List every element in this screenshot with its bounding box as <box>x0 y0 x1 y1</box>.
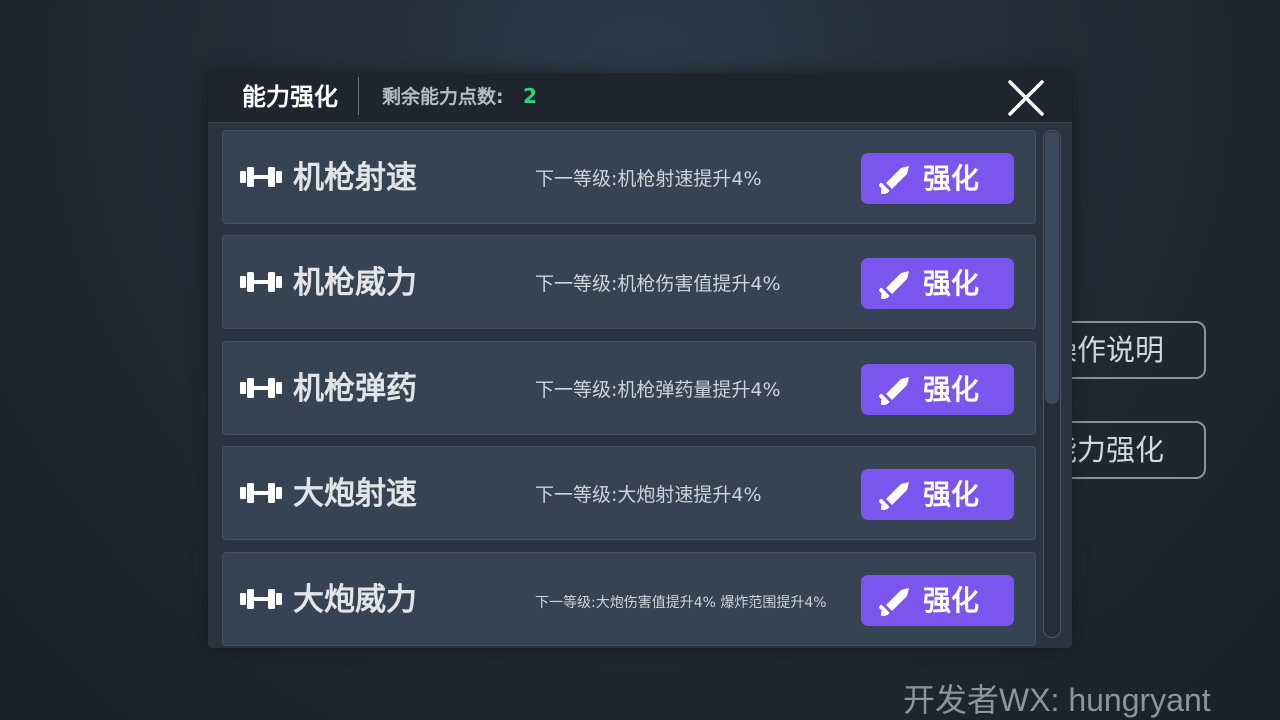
upgrade-description: 下一等级:机枪射速提升4% <box>535 168 762 190</box>
upgrade-row-mg-power: 机枪威力 下一等级:机枪伤害值提升4% 强化 <box>222 235 1036 329</box>
ability-upgrade-dialog: 能力强化 剩余能力点数: 2 机枪射速 下一等级:机枪射速提升4% 强化 机枪威… <box>208 73 1072 648</box>
dumbbell-icon <box>240 272 282 292</box>
upgrade-button-label: 强化 <box>923 584 980 617</box>
upgrade-name: 机枪威力 <box>293 265 417 301</box>
upgrade-button-label: 强化 <box>923 478 980 511</box>
sword-icon <box>879 377 909 405</box>
upgrade-button[interactable]: 强化 <box>861 258 1014 309</box>
developer-watermark: 开发者WX: hungryant <box>903 682 1211 718</box>
upgrade-button[interactable]: 强化 <box>861 469 1014 520</box>
upgrade-button-label: 强化 <box>923 373 980 406</box>
remaining-points-value: 2 <box>523 84 537 108</box>
upgrade-row-mg-ammo: 机枪弹药 下一等级:机枪弹药量提升4% 强化 <box>222 341 1036 435</box>
scrollbar[interactable] <box>1043 130 1061 638</box>
upgrade-list[interactable]: 机枪射速 下一等级:机枪射速提升4% 强化 机枪威力 下一等级:机枪伤害值提升4… <box>222 130 1038 648</box>
upgrade-name: 大炮威力 <box>293 582 417 618</box>
sword-icon <box>879 271 909 299</box>
dialog-header: 能力强化 剩余能力点数: 2 <box>208 73 1072 123</box>
close-icon[interactable] <box>1006 78 1046 118</box>
upgrade-button[interactable]: 强化 <box>861 364 1014 415</box>
remaining-points-label: 剩余能力点数: <box>382 86 504 108</box>
upgrade-row-cannon-fire-rate: 大炮射速 下一等级:大炮射速提升4% 强化 <box>222 446 1036 540</box>
upgrade-button-label: 强化 <box>923 267 980 300</box>
upgrade-description: 下一等级:机枪弹药量提升4% <box>535 379 781 401</box>
upgrade-description: 下一等级:大炮伤害值提升4% 爆炸范围提升4% <box>535 595 827 611</box>
upgrade-name: 机枪弹药 <box>293 371 417 407</box>
sword-icon <box>879 166 909 194</box>
header-divider <box>358 77 359 115</box>
upgrade-button[interactable]: 强化 <box>861 153 1014 204</box>
dumbbell-icon <box>240 167 282 187</box>
sword-icon <box>879 482 909 510</box>
scrollbar-thumb[interactable] <box>1045 132 1059 404</box>
sword-icon <box>879 588 909 616</box>
upgrade-description: 下一等级:大炮射速提升4% <box>535 484 762 506</box>
upgrade-row-cannon-power: 大炮威力 下一等级:大炮伤害值提升4% 爆炸范围提升4% 强化 <box>222 552 1036 646</box>
upgrade-description: 下一等级:机枪伤害值提升4% <box>535 273 781 295</box>
upgrade-name: 大炮射速 <box>293 476 417 512</box>
dumbbell-icon <box>240 483 282 503</box>
upgrade-button-label: 强化 <box>923 162 980 195</box>
dialog-title: 能力强化 <box>242 83 338 111</box>
upgrade-button[interactable]: 强化 <box>861 575 1014 626</box>
upgrade-row-mg-fire-rate: 机枪射速 下一等级:机枪射速提升4% 强化 <box>222 130 1036 224</box>
dumbbell-icon <box>240 589 282 609</box>
dumbbell-icon <box>240 378 282 398</box>
upgrade-name: 机枪射速 <box>293 160 417 196</box>
